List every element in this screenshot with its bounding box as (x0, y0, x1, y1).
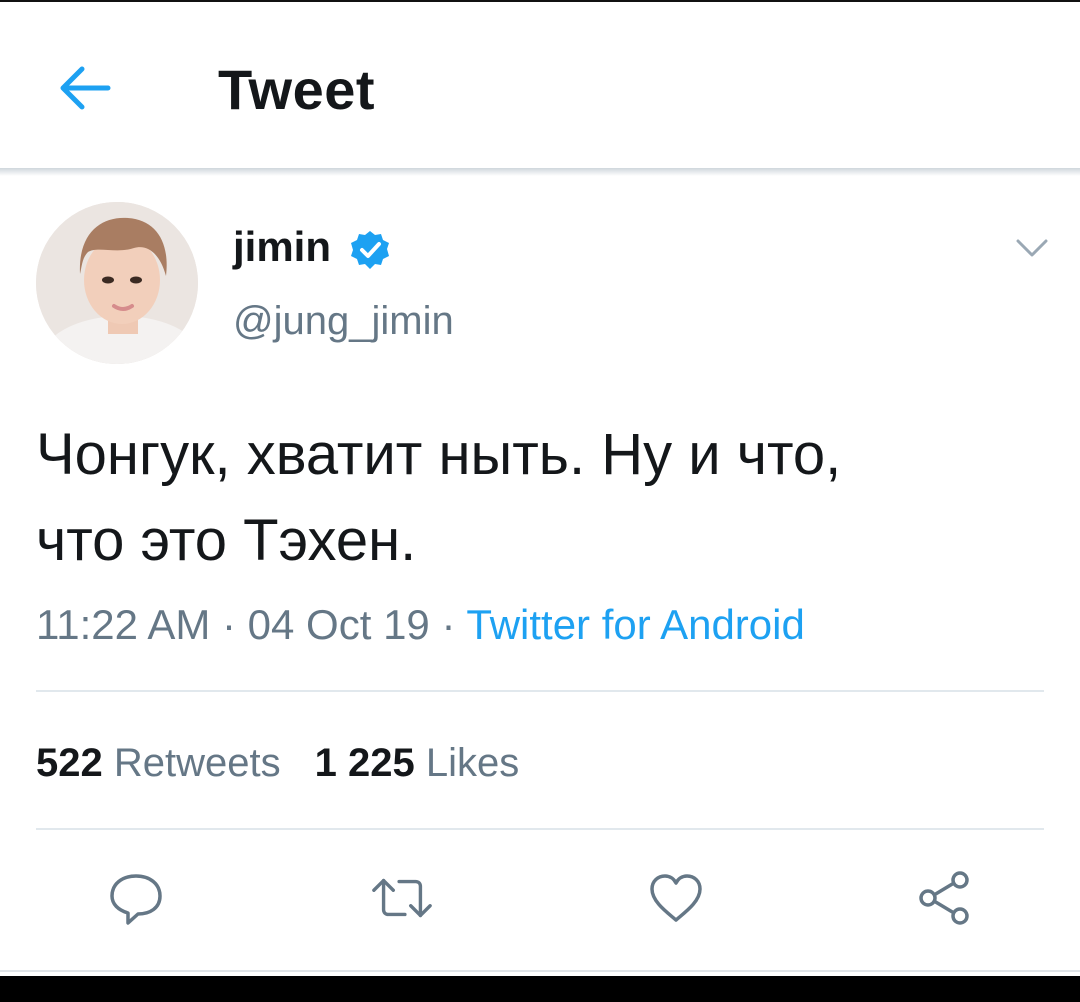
meta-separator: · (429, 601, 467, 648)
app-header: Tweet (0, 2, 1080, 170)
retweets-stat[interactable]: 522 Retweets (36, 741, 281, 785)
chevron-down-icon (1016, 239, 1048, 257)
avatar[interactable] (36, 202, 198, 364)
page-title: Tweet (218, 58, 376, 121)
retweet-icon (372, 878, 432, 918)
retweet-button[interactable] (370, 866, 434, 930)
tweet-text: Чонгук, хватит ныть. Ну и что, что это Т… (36, 422, 842, 573)
share-icon (919, 871, 969, 925)
reply-button[interactable] (104, 866, 168, 930)
divider (36, 828, 1044, 830)
retweets-count: 522 (36, 741, 103, 785)
divider (0, 970, 1080, 972)
reply-icon (110, 874, 162, 925)
header-divider (0, 168, 1080, 176)
back-button[interactable] (52, 60, 116, 116)
share-button[interactable] (912, 866, 976, 930)
tweet-meta: 11:22 AM · 04 Oct 19 · Twitter for Andro… (36, 598, 805, 652)
author-handle[interactable]: @jung_jimin (233, 296, 454, 346)
author-name[interactable]: jimin (233, 222, 331, 272)
likes-label: Likes (425, 741, 520, 785)
meta-separator: · (210, 601, 248, 648)
profile-photo (36, 202, 198, 364)
more-options-button[interactable] (1012, 233, 1052, 263)
tweet-time: 11:22 AM (36, 601, 211, 648)
verified-badge-icon (351, 231, 389, 269)
tweet-date: 04 Oct 19 (247, 601, 430, 648)
heart-icon (650, 874, 702, 922)
tweet-source-link[interactable]: Twitter for Android (466, 601, 804, 648)
likes-count: 1 225 (314, 741, 415, 785)
arrow-left-icon (60, 66, 111, 110)
system-bar (0, 976, 1080, 1002)
like-button[interactable] (644, 866, 708, 930)
tweet-stats: 522 Retweets 1 225 Likes (36, 738, 519, 788)
divider (36, 690, 1044, 692)
retweets-label: Retweets (113, 741, 281, 785)
likes-stat[interactable]: 1 225 Likes (315, 741, 520, 785)
